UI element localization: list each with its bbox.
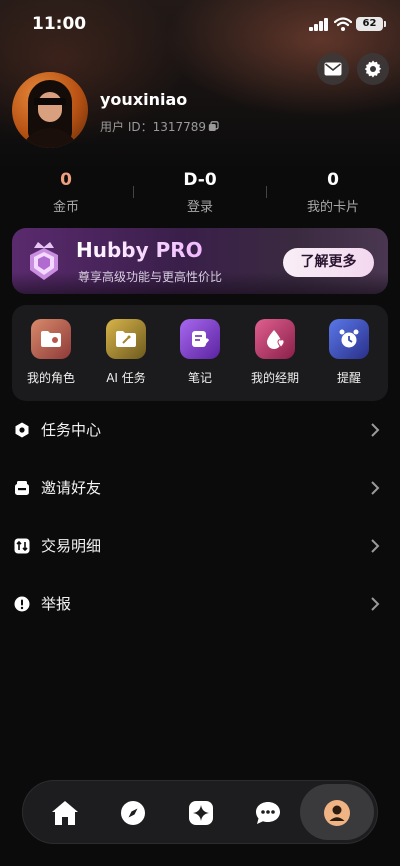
- avatar[interactable]: [12, 72, 88, 148]
- quick-action-notes[interactable]: 笔记: [165, 319, 235, 386]
- quick-action-my-period[interactable]: 我的经期: [240, 319, 310, 386]
- report-icon: [14, 596, 30, 612]
- cards-label: 我的卡片: [306, 200, 359, 215]
- quick-action-label: 我的经期: [250, 371, 299, 385]
- transactions-icon: [14, 538, 30, 554]
- chevron-right-icon: [371, 423, 380, 437]
- cellular-signal-icon: [309, 18, 329, 31]
- alarm-clock-icon: [329, 319, 369, 359]
- gear-icon: [364, 60, 382, 78]
- quick-action-my-roles[interactable]: 我的角色: [16, 319, 86, 386]
- cards-value: 0: [327, 170, 339, 190]
- role-folder-icon: [31, 319, 71, 359]
- pro-title: Hubby PRO: [76, 238, 203, 262]
- sparkle-icon: [189, 801, 213, 825]
- note-icon: [180, 319, 220, 359]
- quick-action-label: 我的角色: [26, 371, 75, 385]
- bottom-tab-bar: [22, 780, 378, 844]
- status-bar: 11:00 62: [0, 0, 400, 50]
- task-center-icon: [15, 422, 29, 438]
- menu-item-label: 交易明细: [41, 537, 102, 555]
- tab-create[interactable]: [177, 789, 225, 837]
- copy-icon[interactable]: [208, 121, 219, 132]
- divider: [133, 186, 134, 198]
- user-id: 用户 ID：1317789: [100, 118, 219, 135]
- coins-value: 0: [60, 170, 72, 190]
- coins-label: 金币: [52, 200, 79, 215]
- menu-item-label: 举报: [41, 595, 72, 613]
- quick-action-label: 笔记: [187, 371, 212, 385]
- messages-button[interactable]: [317, 53, 349, 85]
- username: youxiniao: [100, 90, 188, 109]
- chevron-right-icon: [371, 539, 380, 553]
- learn-more-button[interactable]: 了解更多: [283, 248, 374, 277]
- tab-home[interactable]: [41, 789, 89, 837]
- quick-action-ai-task[interactable]: AI 任务: [91, 319, 161, 386]
- quick-actions-card: 我的角色 AI 任务 笔记 我的经期 提醒: [12, 305, 388, 401]
- menu-item-invite-friends[interactable]: 邀请好友: [0, 468, 400, 508]
- stat-login[interactable]: D-0 登录: [140, 170, 260, 215]
- menu-item-label: 任务中心: [41, 421, 102, 439]
- menu-item-label: 邀请好友: [41, 479, 102, 497]
- status-time: 11:00: [32, 14, 87, 34]
- tab-messages[interactable]: [244, 789, 292, 837]
- menu-item-transactions[interactable]: 交易明细: [0, 526, 400, 566]
- battery-indicator: 62: [356, 17, 386, 31]
- home-icon: [52, 801, 78, 825]
- stat-coins[interactable]: 0 金币: [6, 170, 126, 215]
- settings-button[interactable]: [357, 53, 389, 85]
- menu-item-task-center[interactable]: 任务中心: [0, 410, 400, 450]
- quick-action-label: 提醒: [336, 371, 361, 385]
- tab-discover[interactable]: [109, 789, 157, 837]
- period-drop-icon: [255, 319, 295, 359]
- chevron-right-icon: [371, 597, 380, 611]
- quick-action-label: AI 任务: [106, 371, 146, 385]
- menu-item-report[interactable]: 举报: [0, 584, 400, 624]
- profile-icon: [324, 800, 350, 826]
- wifi-icon: [334, 17, 352, 31]
- mail-icon: [324, 62, 342, 76]
- crown-gem-icon: [30, 242, 58, 280]
- pro-banner[interactable]: Hubby PRO 尊享高级功能与更高性价比 了解更多: [12, 228, 388, 294]
- pro-subtitle: 尊享高级功能与更高性价比: [78, 270, 223, 284]
- login-label: 登录: [186, 200, 213, 215]
- chevron-right-icon: [371, 481, 380, 495]
- ai-task-icon: [106, 319, 146, 359]
- user-id-text: 用户 ID：1317789: [100, 120, 207, 134]
- invite-gift-icon: [15, 481, 29, 495]
- divider: [266, 186, 267, 198]
- compass-icon: [121, 801, 145, 825]
- login-value: D-0: [183, 170, 217, 190]
- chat-icon: [256, 802, 280, 824]
- stat-my-cards[interactable]: 0 我的卡片: [273, 170, 393, 215]
- tab-profile[interactable]: [313, 789, 361, 837]
- quick-action-reminder[interactable]: 提醒: [314, 319, 384, 386]
